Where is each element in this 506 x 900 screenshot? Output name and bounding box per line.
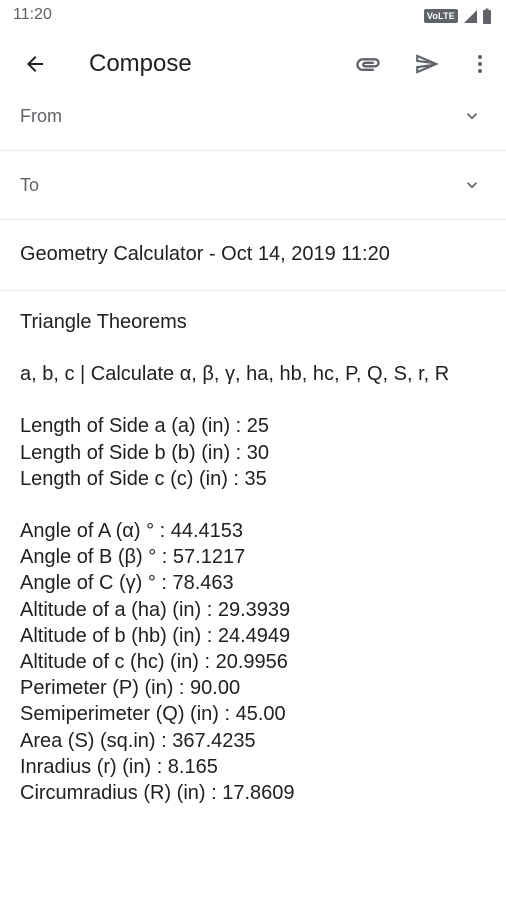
result-inradius: Inradius (r) (in) : 8.165 [20,755,218,778]
chevron-down-icon[interactable] [462,175,482,195]
send-icon [416,54,439,74]
chevron-down-icon[interactable] [462,106,482,126]
volte-icon: VoLTE [423,9,458,23]
back-button[interactable] [15,44,55,84]
page-title: Compose [89,50,192,77]
status-time: 11:20 [13,6,52,23]
input-side-b: Length of Side b (b) (in) : 30 [20,441,270,464]
signal-icon [464,10,477,23]
send-button[interactable] [407,44,447,84]
result-angle-a: Angle of A (α) ° : 44.4153 [20,520,244,543]
body-heading: Triangle Theorems [20,311,187,333]
result-perimeter: Perimeter (P) (in) : 90.00 [20,677,241,700]
result-altitude-a: Altitude of a (ha) (in) : 29.3939 [20,598,291,621]
battery-icon [483,8,491,24]
input-side-a: Length of Side a (a) (in) : 25 [20,415,270,438]
from-field[interactable]: From [0,82,506,151]
result-circumradius: Circumradius (R) (in) : 17.8609 [20,782,295,805]
more-options-button[interactable] [460,44,500,84]
subject-text: Geometry Calculator - Oct 14, 2019 11:20 [20,243,390,265]
from-label: From [20,106,62,126]
result-semiperimeter: Semiperimeter (Q) (in) : 45.00 [20,703,286,726]
arrow-back-icon [27,56,43,72]
status-icons: VoLTE [423,8,492,24]
body-calc-line: a, b, c | Calculate α, β, γ, ha, hb, hc,… [20,363,450,386]
to-field[interactable]: To [0,151,506,220]
input-side-c: Length of Side c (c) (in) : 35 [20,467,267,490]
subject-field[interactable]: Geometry Calculator - Oct 14, 2019 11:20 [0,220,506,291]
result-altitude-c: Altitude of c (hc) (in) : 20.9956 [20,651,288,674]
message-body[interactable]: Triangle Theorems a, b, c | Calculate α,… [20,309,449,806]
more-vert-icon [478,55,482,73]
result-angle-b: Angle of B (β) ° : 57.1217 [20,546,246,569]
result-altitude-b: Altitude of b (hb) (in) : 24.4949 [20,624,291,647]
paperclip-icon [356,58,380,71]
to-label: To [20,175,40,195]
result-angle-c: Angle of C (γ) ° : 78.463 [20,572,234,595]
status-bar: 11:20 VoLTE [0,0,506,32]
attach-button[interactable] [348,44,388,84]
result-area: Area (S) (sq.in) : 367.4235 [20,729,256,752]
